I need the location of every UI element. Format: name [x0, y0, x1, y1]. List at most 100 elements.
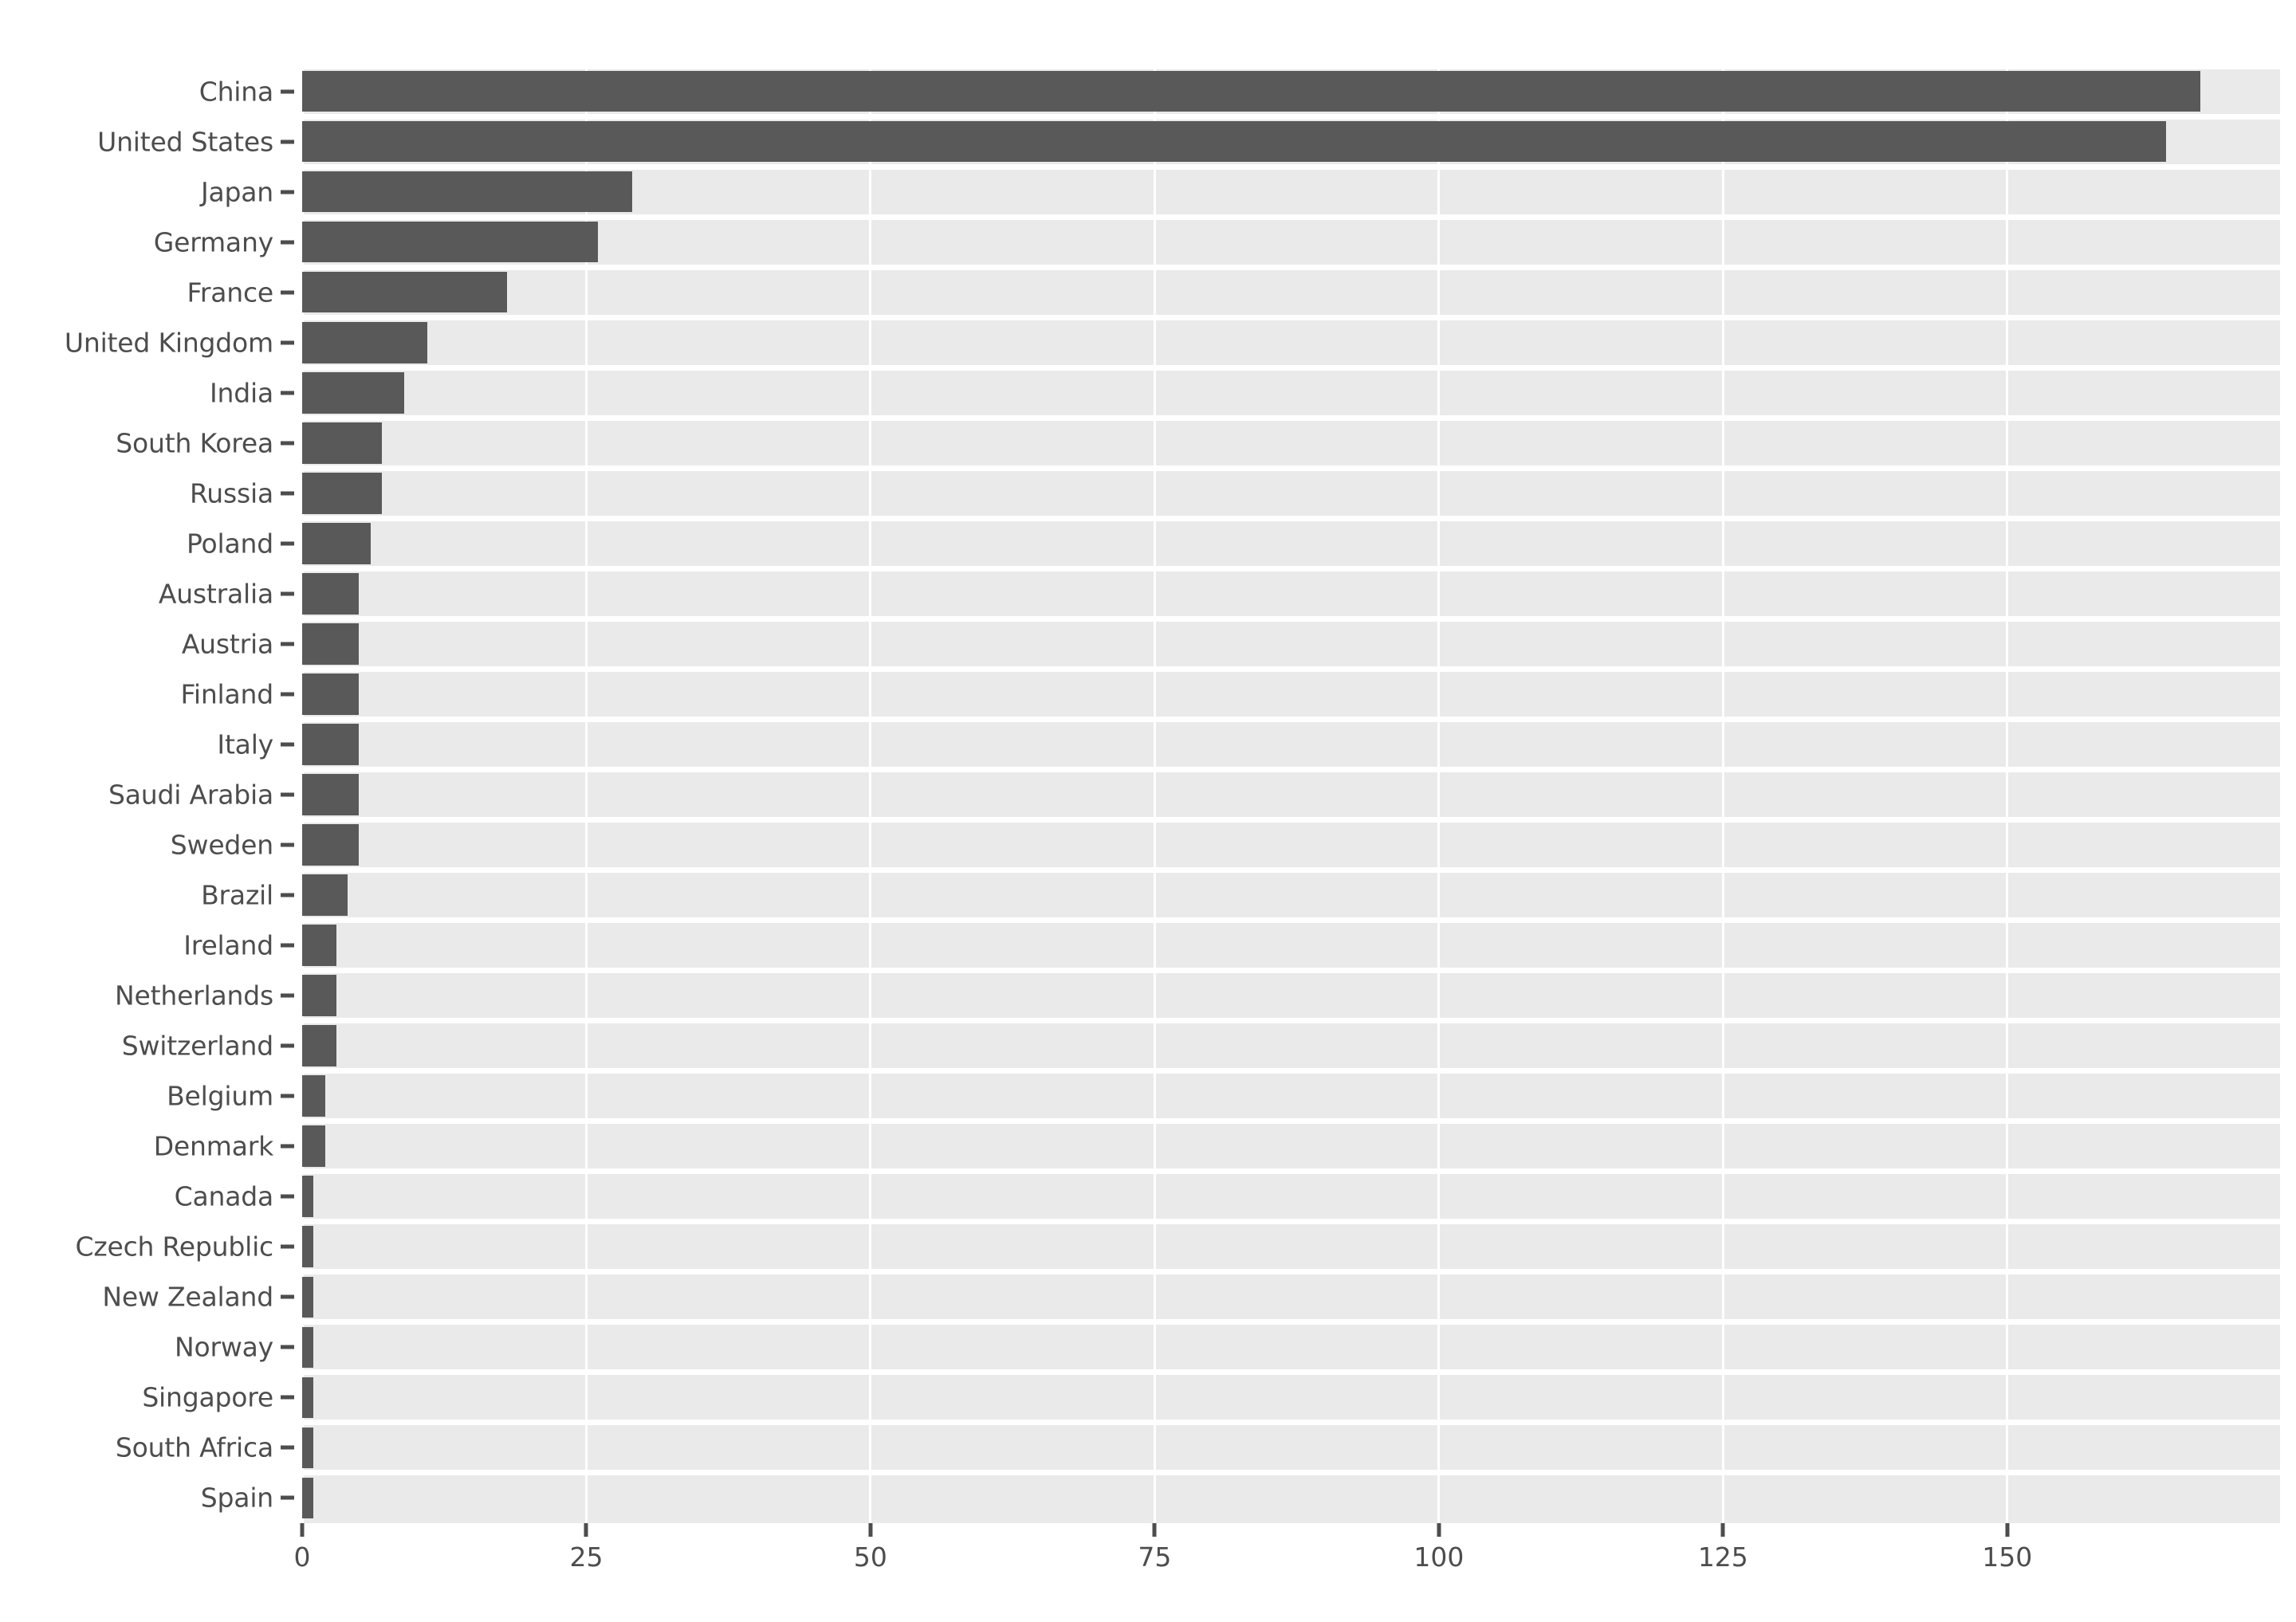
x-tick-mark	[868, 1523, 873, 1537]
y-tick-mark	[281, 993, 294, 998]
y-tick-label: Austria	[181, 628, 273, 660]
x-tick-mark	[1720, 1523, 1725, 1537]
y-tick-mark	[281, 1244, 294, 1249]
y-tick-mark	[281, 842, 294, 847]
row-separator	[302, 465, 2280, 471]
bar[interactable]	[302, 321, 427, 363]
y-tick-label: Brazil	[201, 879, 273, 911]
x-gridline	[1437, 66, 1441, 1523]
y-tick-mark	[281, 742, 294, 747]
y-tick-mark	[281, 290, 294, 295]
y-tick-label: India	[210, 377, 273, 409]
bar[interactable]	[302, 522, 371, 564]
bar[interactable]	[302, 824, 360, 866]
y-tick-mark	[281, 190, 294, 194]
y-tick-label: United Kingdom	[64, 327, 273, 359]
bar[interactable]	[302, 1226, 314, 1268]
bar[interactable]	[302, 1427, 314, 1469]
row-separator	[302, 314, 2280, 320]
bar[interactable]	[302, 874, 348, 916]
bar-chart-figure: China United States Japan Germany France Unit…	[0, 0, 2296, 1622]
bar[interactable]	[302, 975, 336, 1016]
bar[interactable]	[302, 221, 598, 263]
bar[interactable]	[302, 271, 507, 313]
row-separator	[302, 565, 2280, 571]
y-tick-mark	[281, 692, 294, 697]
x-gridline	[1153, 66, 1156, 1523]
bar[interactable]	[302, 774, 360, 815]
y-tick-mark	[281, 642, 294, 646]
y-tick-mark	[281, 1395, 294, 1400]
y-tick-mark	[281, 1144, 294, 1149]
y-tick-mark	[281, 340, 294, 345]
bar[interactable]	[302, 1125, 325, 1168]
y-tick-label: Spain	[200, 1482, 273, 1514]
row-separator	[302, 968, 2280, 974]
bar[interactable]	[302, 1377, 314, 1419]
bar[interactable]	[302, 1477, 314, 1519]
row-separator	[302, 163, 2280, 170]
bar[interactable]	[302, 1176, 314, 1218]
row-separator	[302, 615, 2280, 622]
bar[interactable]	[302, 1025, 336, 1067]
x-tick-mark	[1152, 1523, 1157, 1537]
y-tick-label: China	[199, 76, 273, 108]
y-tick-label: South Africa	[115, 1432, 273, 1463]
bar[interactable]	[302, 70, 2201, 112]
bar[interactable]	[302, 674, 360, 715]
row-separator	[302, 113, 2280, 120]
x-tick-label: 125	[1697, 1541, 1748, 1573]
x-tick-label: 0	[293, 1541, 311, 1573]
y-tick-label: South Korea	[116, 427, 273, 459]
y-tick-mark	[281, 1445, 294, 1450]
y-tick-label: Canada	[174, 1180, 274, 1212]
row-separator	[302, 515, 2280, 521]
bar[interactable]	[302, 925, 336, 966]
y-tick-mark	[281, 591, 294, 596]
bar[interactable]	[302, 1075, 325, 1117]
x-tick-label: 50	[853, 1541, 887, 1573]
y-tick-mark	[281, 441, 294, 446]
y-tick-label: Japan	[200, 176, 273, 208]
row-separator	[302, 1420, 2280, 1426]
y-axis: China United States Japan Germany France Unit…	[0, 0, 302, 1622]
bar[interactable]	[302, 1326, 314, 1369]
bar[interactable]	[302, 171, 632, 213]
bar[interactable]	[302, 120, 2167, 163]
row-separator	[302, 1319, 2280, 1325]
y-tick-mark	[281, 541, 294, 546]
y-tick-label: New Zealand	[102, 1281, 273, 1313]
y-tick-label: Sweden	[170, 829, 273, 861]
x-tick-label: 100	[1413, 1541, 1464, 1573]
row-separator	[302, 1269, 2280, 1275]
y-tick-mark	[281, 1194, 294, 1199]
y-tick-label: Belgium	[167, 1080, 273, 1112]
y-tick-label: Saudi Arabia	[108, 779, 273, 811]
y-tick-label: United States	[97, 126, 273, 158]
y-tick-mark	[281, 1294, 294, 1299]
y-tick-label: Switzerland	[121, 1030, 273, 1062]
y-tick-label: Finland	[180, 678, 273, 710]
bar[interactable]	[302, 371, 405, 414]
row-separator	[302, 766, 2280, 772]
y-tick-mark	[281, 893, 294, 897]
y-tick-label: Australia	[158, 578, 273, 610]
y-tick-mark	[281, 943, 294, 948]
bar[interactable]	[302, 472, 382, 514]
bar[interactable]	[302, 422, 382, 464]
row-separator	[302, 917, 2280, 924]
y-tick-label: Norway	[175, 1331, 273, 1363]
row-separator	[302, 214, 2280, 220]
row-separator	[302, 414, 2280, 421]
bar[interactable]	[302, 724, 360, 765]
bar[interactable]	[302, 1276, 314, 1318]
y-tick-mark	[281, 240, 294, 245]
x-tick-label: 150	[1982, 1541, 2033, 1573]
row-separator	[302, 1369, 2280, 1376]
bar[interactable]	[302, 623, 360, 665]
y-tick-mark	[281, 391, 294, 395]
y-tick-mark	[281, 1345, 294, 1349]
y-tick-label: Denmark	[153, 1130, 273, 1162]
y-tick-label: Poland	[187, 528, 273, 560]
bar[interactable]	[302, 573, 360, 615]
